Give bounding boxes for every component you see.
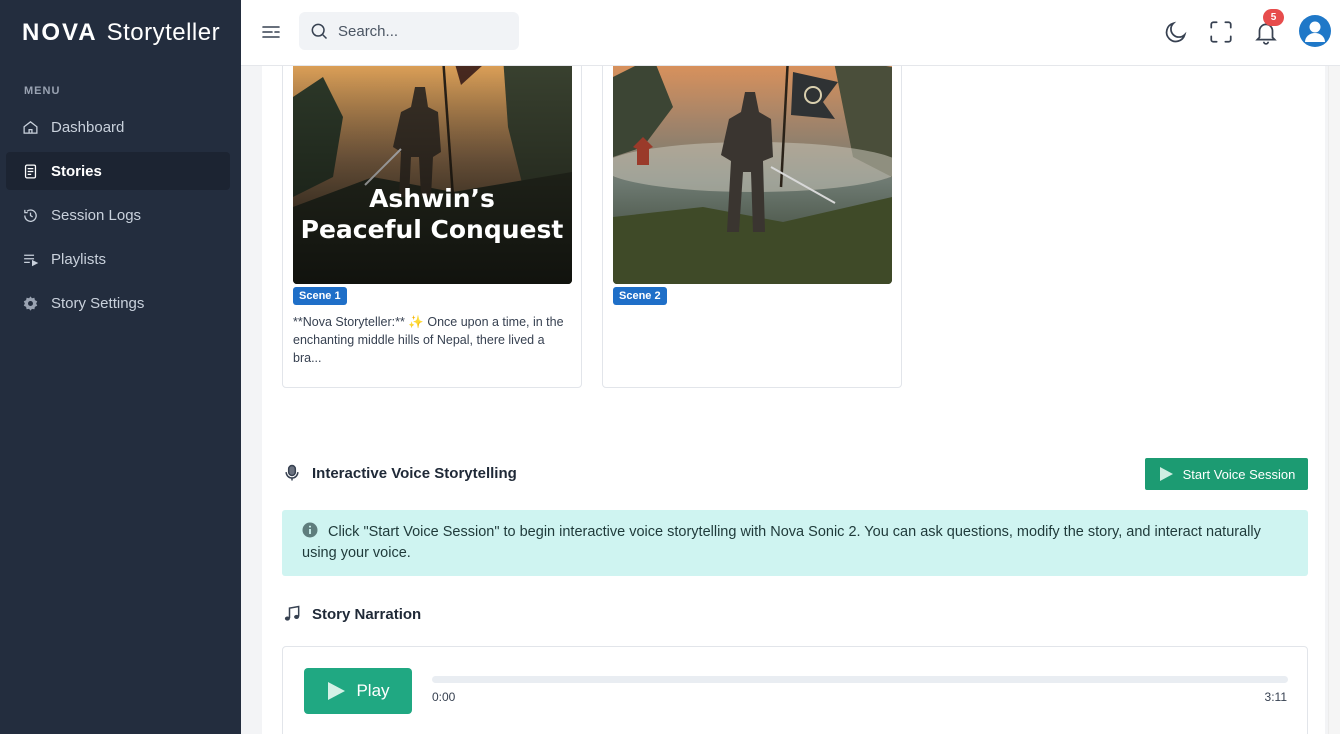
play-icon [328, 682, 346, 700]
duration: 3:11 [1264, 690, 1287, 704]
scene-card-2[interactable]: Scene 2 [602, 66, 902, 388]
user-icon [1305, 21, 1325, 42]
sidebar-item-label: Stories [51, 162, 102, 180]
current-time: 0:00 [432, 690, 456, 704]
narration-section-title-text: Story Narration [312, 605, 422, 623]
scene-illustration: Ashwin’s Peaceful Conquest [293, 66, 572, 284]
main-scrollbar[interactable] [1328, 66, 1340, 734]
sidebar-item-label: Playlists [51, 250, 107, 268]
search-icon [311, 23, 328, 40]
scene-image-1[interactable]: Ashwin’s Peaceful Conquest [293, 66, 572, 284]
gear-icon [23, 295, 38, 311]
audio-player: Play 0:00 3:11 [282, 646, 1308, 734]
history-icon [24, 208, 37, 222]
scene-badge-2: Scene 2 [613, 287, 667, 305]
sidebar-item-label: Session Logs [51, 206, 142, 224]
brand-name-storyteller: Storyteller [106, 19, 221, 46]
microphone-icon [285, 464, 299, 481]
dark-mode-toggle-icon[interactable] [1163, 19, 1189, 45]
search-input[interactable] [338, 22, 508, 40]
menu-toggle-icon[interactable] [260, 22, 282, 42]
info-icon [302, 522, 318, 538]
audio-progress-bar[interactable] [432, 676, 1288, 683]
notification-badge: 5 [1263, 9, 1284, 26]
playlist-icon [24, 254, 39, 266]
play-button-label: Play [356, 681, 390, 700]
sidebar-item-label: Dashboard [51, 118, 125, 136]
scene-card-1[interactable]: Ashwin’s Peaceful Conquest Scene 1 **Nov… [282, 66, 582, 388]
scene-image-2[interactable] [613, 66, 892, 284]
sidebar-nav: Dashboard Stories Session Logs Playlists… [0, 108, 241, 322]
scene-badge-1: Scene 1 [293, 287, 347, 305]
fullscreen-icon[interactable] [1208, 19, 1234, 45]
scene-excerpt-1: **Nova Storyteller:** ✨ Once upon a time… [293, 315, 564, 365]
document-icon [24, 163, 37, 179]
scene-title-line1: Ashwin’s [369, 184, 495, 213]
sidebar-item-story-settings[interactable]: Story Settings [6, 284, 230, 322]
voice-info-alert: Click "Start Voice Session" to begin int… [282, 510, 1308, 576]
scene-illustration [613, 66, 892, 284]
voice-section-title-text: Interactive Voice Storytelling [312, 464, 517, 482]
sidebar-item-dashboard[interactable]: Dashboard [6, 108, 230, 146]
brand-logo[interactable]: NOVA Storyteller [0, 0, 241, 66]
voice-section-title: Interactive Voice Storytelling [282, 463, 517, 483]
avatar[interactable] [1299, 15, 1331, 47]
start-voice-session-label: Start Voice Session [1182, 466, 1296, 482]
voice-info-text: Click "Start Voice Session" to begin int… [302, 524, 1261, 561]
brand-name-nova: NOVA [22, 19, 98, 46]
start-voice-session-button[interactable]: Start Voice Session [1145, 458, 1308, 490]
play-button[interactable]: Play [304, 668, 412, 714]
menu-label: MENU [24, 85, 61, 97]
home-icon [23, 120, 38, 134]
play-icon [1159, 467, 1173, 481]
scene-title-line2: Peaceful Conquest [301, 215, 564, 244]
sidebar-item-playlists[interactable]: Playlists [6, 240, 230, 278]
narration-section-title: Story Narration [282, 604, 421, 624]
sidebar-item-session-logs[interactable]: Session Logs [6, 196, 230, 234]
music-note-icon [284, 605, 300, 621]
sidebar: NOVA Storyteller MENU Dashboard Stories … [0, 0, 241, 734]
sidebar-item-label: Story Settings [51, 294, 145, 312]
search-box [299, 12, 519, 50]
main-content: Ashwin’s Peaceful Conquest Scene 1 **Nov… [262, 66, 1325, 734]
sidebar-item-stories[interactable]: Stories [6, 152, 230, 190]
